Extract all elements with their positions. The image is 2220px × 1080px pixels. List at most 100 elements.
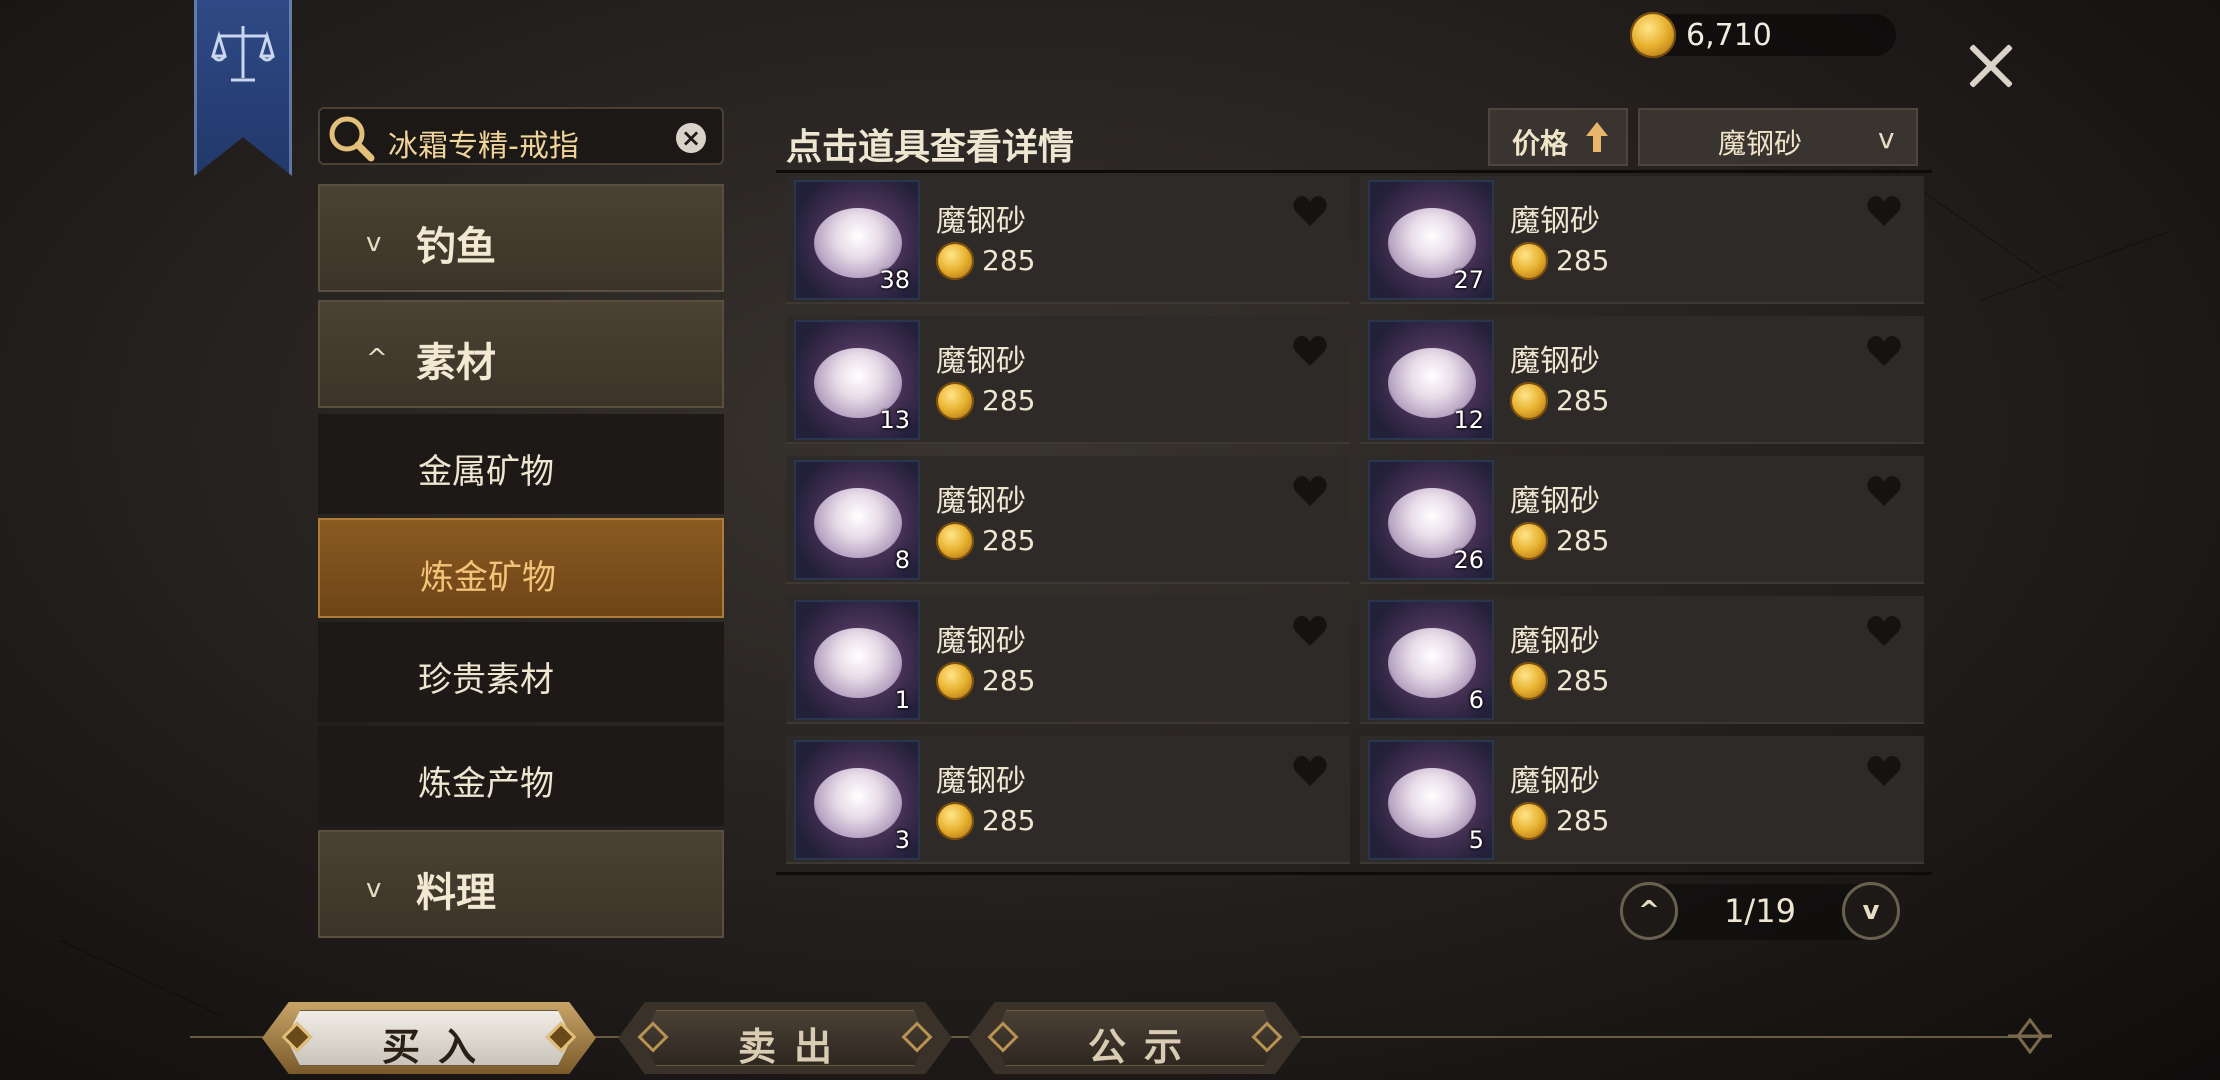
item-card[interactable]: 1 魔钢砂 285 <box>786 596 1350 724</box>
subcategory-label: 炼金产物 <box>418 764 554 804</box>
item-price: 285 <box>1556 524 1610 557</box>
item-card[interactable]: 26 魔钢砂 285 <box>1360 456 1924 584</box>
chevron-down-icon: v <box>366 228 382 258</box>
heart-icon[interactable] <box>1866 474 1902 508</box>
category-materials[interactable]: ^ 素材 <box>318 300 724 408</box>
item-quantity: 6 <box>1468 686 1484 714</box>
item-card[interactable]: 8 魔钢砂 285 <box>786 456 1350 584</box>
item-price: 285 <box>982 524 1036 557</box>
subcategory-alchemy-products[interactable]: 炼金产物 <box>318 726 724 826</box>
category-label: 料理 <box>416 870 496 916</box>
gold-amount: 6,710 <box>1686 18 1772 53</box>
item-thumbnail: 27 <box>1368 180 1494 300</box>
item-card[interactable]: 3 魔钢砂 285 <box>786 736 1350 864</box>
magic-steel-sand-icon <box>1388 768 1476 838</box>
item-thumbnail: 38 <box>794 180 920 300</box>
background-crack <box>59 940 224 1018</box>
item-thumbnail: 5 <box>1368 740 1494 860</box>
filter-selected: 魔钢砂 <box>1718 127 1803 160</box>
item-price: 285 <box>1556 664 1610 697</box>
item-quantity: 27 <box>1453 266 1484 294</box>
divider <box>776 872 1932 875</box>
divider <box>776 170 1932 173</box>
item-quantity: 12 <box>1453 406 1484 434</box>
subcategory-metal-ore[interactable]: 金属矿物 <box>318 414 724 514</box>
item-name: 魔钢砂 <box>936 624 1026 659</box>
heart-icon[interactable] <box>1866 194 1902 228</box>
item-price: 285 <box>1556 804 1610 837</box>
item-price: 285 <box>982 384 1036 417</box>
item-name: 魔钢砂 <box>936 204 1026 239</box>
item-name: 魔钢砂 <box>1510 484 1600 519</box>
clear-icon[interactable]: × <box>676 123 706 153</box>
scales-icon <box>211 26 275 82</box>
chevron-up-icon: ^ <box>366 344 388 374</box>
auction-banner <box>194 0 292 176</box>
magic-steel-sand-icon <box>1388 628 1476 698</box>
category-label: 素材 <box>416 340 496 386</box>
item-thumbnail: 3 <box>794 740 920 860</box>
item-card[interactable]: 6 魔钢砂 285 <box>1360 596 1924 724</box>
item-thumbnail: 12 <box>1368 320 1494 440</box>
item-thumbnail: 26 <box>1368 460 1494 580</box>
item-card[interactable]: 13 魔钢砂 285 <box>786 316 1350 444</box>
pagination: ^ 1/19 v <box>1620 882 1900 940</box>
item-name: 魔钢砂 <box>1510 204 1600 239</box>
heart-icon[interactable] <box>1866 334 1902 368</box>
item-quantity: 38 <box>879 266 910 294</box>
arrow-up-icon <box>1586 122 1608 152</box>
item-quantity: 26 <box>1453 546 1484 574</box>
heart-icon[interactable] <box>1292 614 1328 648</box>
heart-icon[interactable] <box>1292 474 1328 508</box>
tab-buy[interactable]: 买入 <box>262 1002 596 1074</box>
item-quantity: 13 <box>879 406 910 434</box>
heart-icon[interactable] <box>1292 194 1328 228</box>
gold-coin-icon <box>936 662 974 700</box>
item-card[interactable]: 27 魔钢砂 285 <box>1360 176 1924 304</box>
chevron-down-icon: v <box>366 874 382 904</box>
chevron-down-icon: v <box>1878 122 1895 155</box>
item-thumbnail: 1 <box>794 600 920 720</box>
search-query: 冰霜专精-戒指 <box>388 129 579 164</box>
magic-steel-sand-icon <box>814 628 902 698</box>
gold-coin-icon <box>1510 802 1548 840</box>
gold-coin-icon <box>936 382 974 420</box>
tab-label: 卖出 <box>737 1025 850 1069</box>
tab-announcement[interactable]: 公示 <box>968 1002 1302 1074</box>
heart-icon[interactable] <box>1292 754 1328 788</box>
sort-label: 价格 <box>1512 127 1569 160</box>
subcategory-alchemy-ore[interactable]: 炼金矿物 <box>318 518 724 618</box>
gold-coin-icon <box>1510 662 1548 700</box>
heart-icon[interactable] <box>1866 754 1902 788</box>
subcategory-label: 金属矿物 <box>418 452 554 492</box>
close-button[interactable] <box>1962 38 2018 94</box>
item-card[interactable]: 12 魔钢砂 285 <box>1360 316 1924 444</box>
search-field[interactable]: 冰霜专精-戒指 × <box>318 107 724 165</box>
item-filter-dropdown[interactable]: 魔钢砂 v <box>1638 108 1918 166</box>
item-quantity: 1 <box>894 686 910 714</box>
search-icon <box>329 116 375 162</box>
category-cooking[interactable]: v 料理 <box>318 830 724 938</box>
heart-icon[interactable] <box>1292 334 1328 368</box>
category-fishing[interactable]: v 钓鱼 <box>318 184 724 292</box>
item-name: 魔钢砂 <box>936 484 1026 519</box>
tab-sell[interactable]: 卖出 <box>618 1002 952 1074</box>
item-quantity: 3 <box>894 826 910 854</box>
item-name: 魔钢砂 <box>1510 624 1600 659</box>
gold-balance: 6,710 <box>1630 12 1896 58</box>
page-down-button[interactable]: v <box>1842 882 1900 940</box>
item-name: 魔钢砂 <box>936 344 1026 379</box>
item-thumbnail: 13 <box>794 320 920 440</box>
heart-icon[interactable] <box>1866 614 1902 648</box>
item-card[interactable]: 38 魔钢砂 285 <box>786 176 1350 304</box>
subcategory-rare-materials[interactable]: 珍贵素材 <box>318 622 724 722</box>
item-card[interactable]: 5 魔钢砂 285 <box>1360 736 1924 864</box>
item-price: 285 <box>1556 244 1610 277</box>
sort-price-button[interactable]: 价格 <box>1488 108 1628 166</box>
gold-coin-icon <box>936 802 974 840</box>
background-crack <box>1979 231 2169 301</box>
item-thumbnail: 6 <box>1368 600 1494 720</box>
tab-label: 公示 <box>1087 1025 1200 1069</box>
item-quantity: 5 <box>1468 826 1484 854</box>
item-name: 魔钢砂 <box>936 764 1026 799</box>
